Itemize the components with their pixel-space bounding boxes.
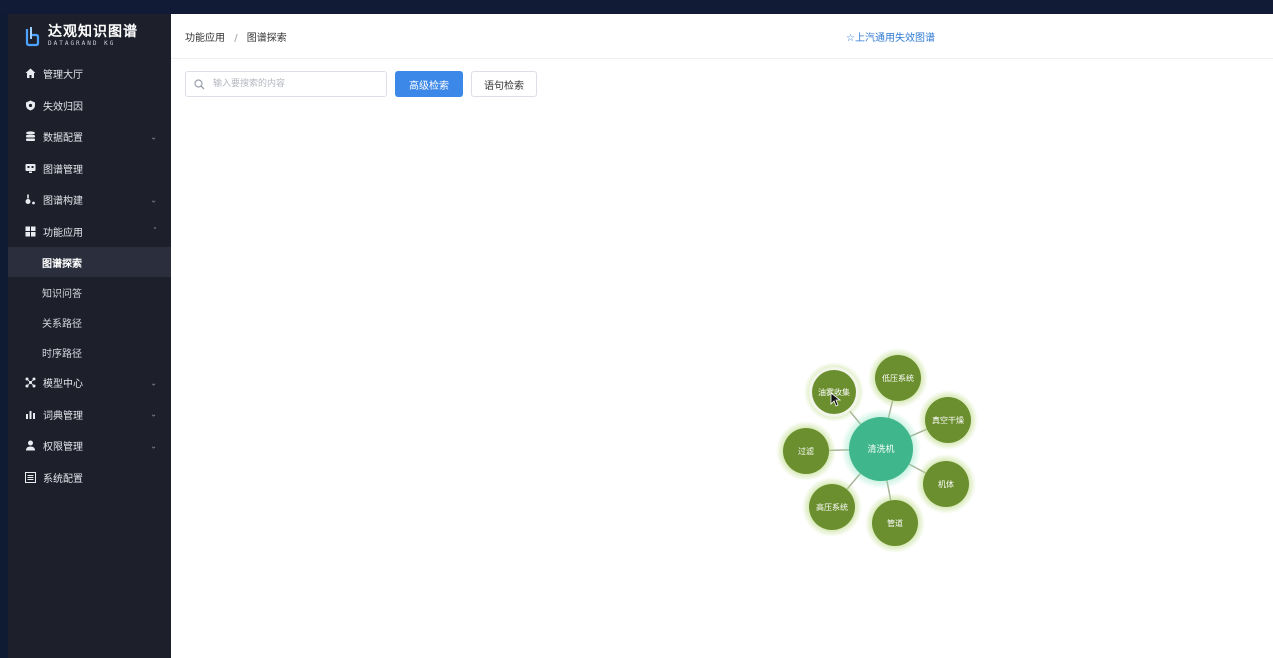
chevron-down-icon: ⌄ <box>150 378 157 388</box>
graph-node-label: 过滤 <box>798 446 814 456</box>
sidebar-item-model-center[interactable]: 模型中心 ⌄ <box>8 367 171 399</box>
grid-icon <box>24 225 36 237</box>
breadcrumb-separator: / <box>234 32 238 44</box>
graph-node-high-pressure[interactable]: 高压系统 <box>802 477 862 537</box>
chevron-up-icon: ˄ <box>153 226 157 236</box>
graph-node-vacuum-dry[interactable]: 真空干燥 <box>918 390 978 450</box>
graph-center-label: 清洗机 <box>867 443 894 455</box>
home-icon <box>24 68 36 80</box>
sidebar-item-label: 图谱管理 <box>43 164 83 176</box>
chevron-down-icon: ⌄ <box>150 409 157 419</box>
sidebar: 达观知识图谱 DATAGRAND KG 管理大厅 失效归因 数据配置 ⌄ 图谱管… <box>8 14 171 658</box>
shield-icon <box>24 99 36 111</box>
app-window: 达观知识图谱 DATAGRAND KG 管理大厅 失效归因 数据配置 ⌄ 图谱管… <box>8 14 1273 658</box>
graph-node-filter[interactable]: 过滤 <box>776 421 836 481</box>
graph-node-body[interactable]: 机体 <box>916 454 976 514</box>
main-content: 功能应用 / 图谱探索 ☆上汽通用失效图谱 高级检索 语句检索 <box>171 14 1273 658</box>
breadcrumb-current: 图谱探索 <box>246 32 287 44</box>
graph-node-pipe[interactable]: 管道 <box>865 493 925 553</box>
sidebar-subitem-timeline-path[interactable]: 时序路径 <box>8 337 171 367</box>
sidebar-item-dictionary[interactable]: 词典管理 ⌄ <box>8 399 171 431</box>
monitor-icon <box>24 162 36 174</box>
sentence-search-button[interactable]: 语句检索 <box>471 71 537 97</box>
graph-node-label: 机体 <box>938 479 954 489</box>
sidebar-subitem-relation-path[interactable]: 关系路径 <box>8 307 171 337</box>
graph-node-label: 真空干燥 <box>932 415 964 425</box>
sidebar-item-label: 功能应用 <box>43 227 83 239</box>
search-toolbar: 高级检索 语句检索 <box>185 71 537 97</box>
logo-subtitle: DATAGRAND KG <box>48 40 116 47</box>
sidebar-subitem-graph-explore[interactable]: 图谱探索 <box>8 247 171 277</box>
graph-node-label: 高压系统 <box>816 502 848 512</box>
sidebar-subitem-label: 图谱探索 <box>42 258 82 270</box>
window-top-strip <box>0 0 1273 14</box>
header: 功能应用 / 图谱探索 ☆上汽通用失效图谱 <box>171 14 1273 59</box>
chevron-down-icon: ⌄ <box>150 195 157 205</box>
graph-node-label: 低压系统 <box>882 373 914 383</box>
search-icon <box>194 78 205 90</box>
sidebar-subitem-label: 时序路径 <box>42 348 82 360</box>
logo-title: 达观知识图谱 <box>48 24 138 40</box>
graph-node-center-washer[interactable]: 清洗机 <box>841 409 921 489</box>
sidebar-item-label: 图谱构建 <box>43 196 83 208</box>
search-box[interactable] <box>185 71 387 97</box>
graph-node-oil-mist[interactable]: 油雾收集 <box>804 362 864 422</box>
sidebar-subitem-knowledge-qa[interactable]: 知识问答 <box>8 277 171 307</box>
sidebar-item-graph-build[interactable]: 图谱构建 ⌄ <box>8 184 171 216</box>
sidebar-item-label: 权限管理 <box>43 442 83 454</box>
sidebar-item-data-config[interactable]: 数据配置 ⌄ <box>8 121 171 153</box>
sidebar-item-system-config[interactable]: 系统配置 <box>8 462 171 494</box>
chevron-down-icon: ⌄ <box>150 441 157 451</box>
sidebar-item-hall[interactable]: 管理大厅 <box>8 58 171 90</box>
database-icon <box>24 131 36 143</box>
settings-icon <box>24 471 36 483</box>
sidebar-item-function-app[interactable]: 功能应用 ˄ <box>8 216 171 248</box>
sidebar-item-label: 数据配置 <box>43 133 83 145</box>
logo-icon <box>24 25 40 47</box>
sidebar-menu: 管理大厅 失效归因 数据配置 ⌄ 图谱管理 图谱构建 ⌄ 功能应用 ˄ 图谱探索… <box>8 58 171 493</box>
sidebar-item-label: 词典管理 <box>43 410 83 422</box>
sidebar-subitem-label: 知识问答 <box>42 288 82 300</box>
chart-icon <box>24 408 36 420</box>
sidebar-item-permission[interactable]: 权限管理 ⌄ <box>8 430 171 462</box>
graph-selector-link[interactable]: ☆上汽通用失效图谱 <box>846 29 935 44</box>
sidebar-item-label: 系统配置 <box>43 473 83 485</box>
sidebar-subitem-label: 关系路径 <box>42 318 82 330</box>
sidebar-item-failure-attribution[interactable]: 失效归因 <box>8 90 171 122</box>
graph-node-low-pressure[interactable]: 低压系统 <box>868 348 928 408</box>
breadcrumb: 功能应用 / 图谱探索 <box>185 29 287 44</box>
search-input[interactable] <box>211 78 385 90</box>
graph-node-label: 管道 <box>887 518 903 528</box>
sidebar-item-graph-management[interactable]: 图谱管理 <box>8 153 171 185</box>
advanced-search-button[interactable]: 高级检索 <box>395 71 463 97</box>
knowledge-graph[interactable]: 油雾收集 低压系统 真空干燥 机体 管道 高压系统 过滤 清洗机 <box>771 344 991 559</box>
sidebar-item-label: 失效归因 <box>43 101 83 113</box>
user-icon <box>24 440 36 452</box>
model-icon <box>24 377 36 389</box>
chevron-down-icon: ⌄ <box>150 132 157 142</box>
sidebar-item-label: 模型中心 <box>43 379 83 391</box>
breadcrumb-parent[interactable]: 功能应用 <box>185 33 225 44</box>
sidebar-item-label: 管理大厅 <box>43 70 83 82</box>
build-icon <box>24 194 36 206</box>
logo[interactable]: 达观知识图谱 DATAGRAND KG <box>8 14 171 58</box>
